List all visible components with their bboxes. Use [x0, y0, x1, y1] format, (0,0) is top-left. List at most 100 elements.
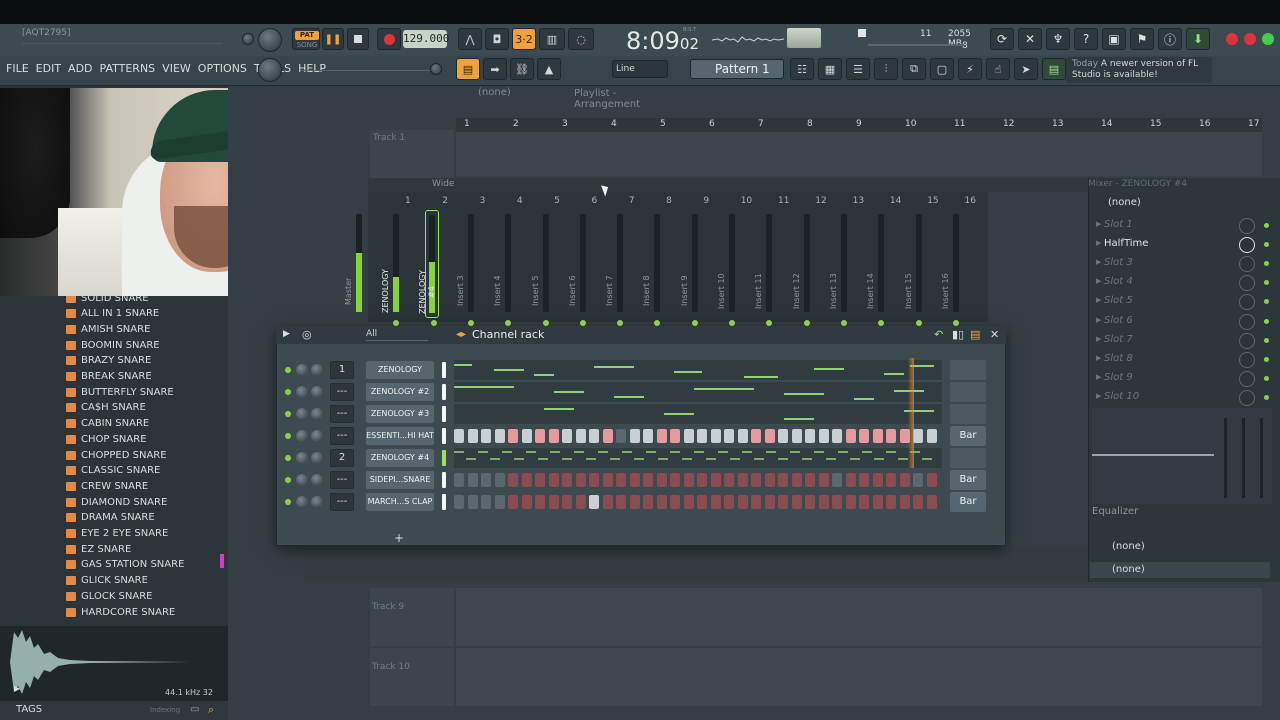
piano-roll-button[interactable]: ▦ [818, 58, 842, 80]
step-button[interactable] [913, 429, 923, 443]
slot-mix-knob[interactable] [1239, 294, 1255, 311]
step-button[interactable] [899, 495, 910, 509]
channel-graph-button[interactable]: Bar [950, 426, 986, 446]
close-window-icon[interactable] [1226, 33, 1238, 45]
step-button[interactable] [724, 495, 734, 509]
channel-row[interactable]: 1 ZENOLOGY [282, 360, 992, 380]
step-button[interactable] [724, 429, 734, 443]
search-icon[interactable]: ⌕ [208, 703, 214, 717]
plugin-manager-button[interactable]: ✕ [1018, 28, 1042, 50]
step-button[interactable] [521, 429, 532, 443]
rack-steps-icon[interactable]: ▤ [970, 328, 980, 341]
mixer-insert-strip[interactable]: Insert 4 [493, 210, 523, 318]
channel-volume-knob[interactable] [311, 496, 323, 508]
step-button[interactable] [683, 473, 694, 487]
step-button[interactable] [521, 473, 532, 487]
mixer-fx-slot[interactable]: ▶ Slot 1 [1096, 217, 1276, 235]
step-button[interactable] [535, 473, 545, 487]
channel-name-button[interactable]: ESSENTI...HI HAT [366, 427, 434, 445]
step-button[interactable] [697, 429, 707, 443]
step-button[interactable] [508, 429, 518, 443]
channel-graph-button[interactable] [950, 382, 986, 402]
mixer-send-dot[interactable] [840, 320, 847, 326]
track-9-lane[interactable] [456, 588, 1262, 646]
download-button[interactable]: ⬇ [1186, 28, 1210, 50]
step-button[interactable] [643, 429, 653, 443]
slot-mix-knob[interactable] [1239, 389, 1255, 406]
undo-history-button[interactable]: ⟳ [990, 28, 1014, 50]
slot-enable-led[interactable] [1264, 318, 1269, 324]
browser-item[interactable]: CHOP SNARE [66, 431, 147, 447]
step-button[interactable] [589, 429, 599, 443]
step-button[interactable] [764, 495, 775, 509]
slot-mix-knob[interactable] [1239, 218, 1255, 234]
step-button[interactable] [818, 495, 829, 509]
channel-select-bar[interactable] [442, 428, 446, 444]
step-button[interactable] [818, 429, 829, 443]
slot-mix-knob[interactable] [1239, 332, 1255, 349]
channel-pan-knob[interactable] [296, 386, 308, 398]
plug-button[interactable]: ⚡ [958, 58, 982, 80]
slot-mix-knob[interactable] [1239, 351, 1255, 368]
channel-mute-led[interactable] [285, 389, 291, 395]
browser-item[interactable]: BREAK SNARE [66, 369, 152, 385]
channel-mixer-track[interactable]: 1 [330, 361, 354, 379]
channel-pan-knob[interactable] [296, 430, 308, 442]
pat-song-toggle[interactable]: PAT SONG [292, 28, 320, 50]
step-button[interactable] [751, 429, 761, 443]
channel-row[interactable]: --- MARCH...S CLAP Bar [282, 492, 992, 512]
channel-pan-knob[interactable] [296, 452, 308, 464]
step-button[interactable] [481, 495, 491, 509]
channel-row[interactable]: --- ZENOLOGY #2 [282, 382, 992, 402]
channel-volume-knob[interactable] [311, 386, 323, 398]
store-button[interactable]: ▤ [1042, 58, 1066, 80]
countdown-button[interactable]: 3·2 [512, 28, 536, 50]
browser-item[interactable]: DRAMA SNARE [66, 510, 155, 526]
step-button[interactable] [710, 429, 721, 443]
slot-enable-led[interactable] [1264, 394, 1269, 400]
pause-button[interactable]: ❚❚ [322, 28, 344, 50]
mixer-fx-slot[interactable]: ▶ Slot 8 [1096, 351, 1276, 369]
eq-fader-2[interactable] [1242, 418, 1245, 498]
browser-item[interactable]: ALL IN 1 SNARE [66, 306, 159, 322]
step-button[interactable] [818, 473, 829, 487]
channel-volume-knob[interactable] [311, 364, 323, 376]
mixer-insert-strip[interactable]: Insert 13 [829, 210, 859, 318]
channel-pan-knob[interactable] [296, 474, 308, 486]
slot-mix-knob[interactable] [1239, 313, 1255, 330]
step-button[interactable] [454, 473, 464, 487]
main-volume-knob[interactable] [242, 33, 254, 45]
rack-undo-icon[interactable]: ↶ [934, 328, 943, 341]
step-button[interactable] [602, 495, 613, 509]
slot-mix-knob[interactable] [1239, 275, 1255, 292]
menu-options[interactable]: OPTIONS [198, 62, 247, 75]
browser-item[interactable]: GLOCK SNARE [66, 588, 153, 604]
channel-select-bar[interactable] [442, 362, 446, 378]
step-button[interactable] [886, 495, 896, 509]
slot-expand-icon[interactable]: ▶ [1096, 354, 1101, 362]
step-button[interactable] [562, 495, 572, 509]
step-button[interactable] [845, 429, 856, 443]
step-button[interactable] [670, 495, 680, 509]
mixer-button[interactable]: ⫶ [874, 58, 898, 80]
step-button[interactable] [778, 473, 788, 487]
step-button[interactable] [602, 429, 613, 443]
step-button[interactable] [791, 429, 802, 443]
step-button[interactable] [872, 495, 883, 509]
slot-expand-icon[interactable]: ▶ [1096, 392, 1101, 400]
channel-volume-knob[interactable] [311, 474, 323, 486]
mixer-insert-strip[interactable]: ZENOLOGY #4 [418, 210, 439, 318]
update-notice[interactable]: Today A newer version of FL Studio is av… [1066, 57, 1212, 83]
step-button[interactable] [589, 495, 599, 509]
slot-expand-icon[interactable]: ▶ [1096, 258, 1101, 266]
audio-input-button[interactable]: ♆ [1046, 28, 1070, 50]
browser-item[interactable]: CLASSIC SNARE [66, 463, 160, 479]
channel-name-button[interactable]: ZENOLOGY [366, 361, 434, 379]
step-button[interactable] [899, 473, 910, 487]
wait-input-button[interactable]: ◘ [485, 28, 509, 50]
step-button[interactable] [832, 473, 842, 487]
slot-expand-icon[interactable]: ▶ [1096, 373, 1101, 381]
step-button[interactable] [913, 495, 923, 509]
step-button[interactable] [926, 473, 937, 487]
browser-item[interactable]: EYE 2 EYE SNARE [66, 526, 168, 542]
